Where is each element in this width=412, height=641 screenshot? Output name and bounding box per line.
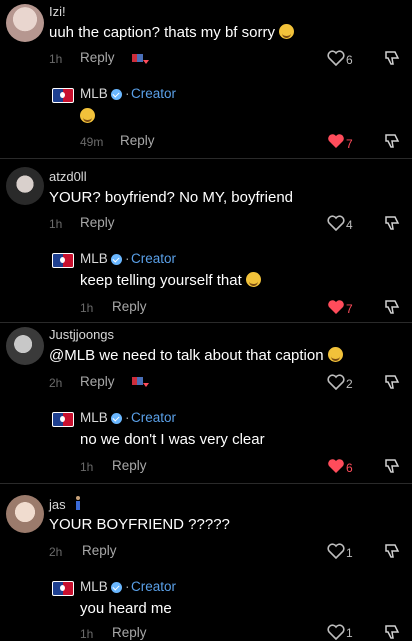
mlb-avatar[interactable]: [52, 253, 74, 268]
reply-username[interactable]: MLB: [80, 579, 108, 594]
comment-username[interactable]: Justjjoongs: [49, 327, 114, 342]
reply-button[interactable]: Reply: [82, 543, 117, 558]
avatar-izi[interactable]: [6, 4, 44, 42]
reply-button[interactable]: Reply: [112, 299, 147, 314]
dislike-icon[interactable]: [384, 215, 400, 231]
comment-username[interactable]: Izi!: [49, 4, 66, 19]
avatar-justjjoongs[interactable]: [6, 327, 44, 365]
separator-dot: ·: [125, 578, 130, 594]
mlb-avatar[interactable]: [52, 88, 74, 103]
hush-emoji: [327, 347, 343, 362]
divider: [0, 158, 412, 159]
like-count: 4: [346, 218, 353, 232]
like-count: 6: [346, 53, 353, 67]
creator-badge: Creator: [131, 410, 177, 425]
dislike-icon[interactable]: [384, 50, 400, 66]
separator-dot: ·: [125, 250, 130, 266]
comment-time: 2h: [49, 545, 63, 559]
comment-text: uuh the caption? thats my bf sorry: [49, 24, 294, 41]
mlb-avatar[interactable]: [52, 581, 74, 596]
dislike-icon[interactable]: [384, 133, 400, 149]
dislike-icon[interactable]: [384, 374, 400, 390]
heart-icon[interactable]: [327, 543, 345, 559]
standing-person-icon: [74, 496, 82, 510]
like-count: 2: [346, 377, 353, 391]
reply-button[interactable]: Reply: [120, 133, 155, 148]
reply-time: 49m: [80, 135, 104, 149]
heart-icon[interactable]: [327, 299, 345, 315]
comment-text: YOUR? boyfriend? No MY, boyfriend: [49, 189, 294, 206]
reply-button[interactable]: Reply: [80, 374, 115, 389]
like-count: 1: [346, 546, 353, 560]
like-count: 7: [346, 302, 353, 316]
reply-text: keep telling yourself that: [80, 272, 261, 289]
comment-text: YOUR BOYFRIEND ?????: [49, 516, 230, 533]
verified-icon: [111, 254, 122, 265]
dislike-icon[interactable]: [384, 299, 400, 315]
reply-button[interactable]: Reply: [112, 625, 147, 640]
relieved-emoji: [80, 108, 95, 123]
like-count: 6: [346, 461, 353, 475]
reply-time: 1h: [80, 627, 94, 641]
dislike-icon[interactable]: [384, 624, 400, 640]
heart-icon[interactable]: [327, 50, 345, 66]
reply-username[interactable]: MLB: [80, 86, 108, 101]
verified-icon: [111, 582, 122, 593]
comment-text: @MLB we need to talk about that caption: [49, 347, 343, 364]
creator-badge: Creator: [131, 579, 177, 594]
dislike-icon[interactable]: [384, 543, 400, 559]
comment-username[interactable]: atzd0ll: [49, 169, 87, 184]
dislike-icon[interactable]: [384, 458, 400, 474]
verified-icon: [111, 413, 122, 424]
comment-time: 1h: [49, 52, 63, 66]
verified-icon: [111, 89, 122, 100]
separator-dot: ·: [125, 409, 130, 425]
reply-text-content: keep telling yourself that: [80, 272, 242, 289]
reply-emoji: [80, 108, 95, 126]
reply-button[interactable]: Reply: [112, 458, 147, 473]
smirk-emoji: [245, 272, 261, 287]
sticker-icon: [131, 375, 149, 389]
like-count: 7: [346, 137, 353, 151]
comment-text-content: uuh the caption? thats my bf sorry: [49, 24, 275, 41]
divider: [0, 483, 412, 484]
heart-icon[interactable]: [327, 215, 345, 231]
divider: [0, 322, 412, 323]
reply-button[interactable]: Reply: [80, 50, 115, 65]
heart-icon[interactable]: [327, 374, 345, 390]
heart-icon[interactable]: [327, 133, 345, 149]
comment-time: 1h: [49, 217, 63, 231]
avatar-atzd0ll[interactable]: [6, 167, 44, 205]
reply-username[interactable]: MLB: [80, 251, 108, 266]
reply-time: 1h: [80, 460, 94, 474]
reply-button[interactable]: Reply: [80, 215, 115, 230]
heart-icon[interactable]: [327, 624, 345, 640]
grimace-emoji: [278, 24, 294, 39]
separator-dot: ·: [125, 85, 130, 101]
reply-text: no we don't I was very clear: [80, 431, 265, 448]
reply-username[interactable]: MLB: [80, 410, 108, 425]
creator-badge: Creator: [131, 86, 177, 101]
reply-text: you heard me: [80, 600, 172, 617]
creator-badge: Creator: [131, 251, 177, 266]
sticker-icon: [131, 52, 149, 66]
heart-icon[interactable]: [327, 458, 345, 474]
avatar-jas[interactable]: [6, 495, 44, 533]
comment-text-content: @MLB we need to talk about that caption: [49, 347, 324, 364]
reply-time: 1h: [80, 301, 94, 315]
comment-time: 2h: [49, 376, 63, 390]
comment-username[interactable]: jas: [49, 497, 66, 512]
like-count: 1: [346, 626, 353, 640]
mlb-avatar[interactable]: [52, 412, 74, 427]
